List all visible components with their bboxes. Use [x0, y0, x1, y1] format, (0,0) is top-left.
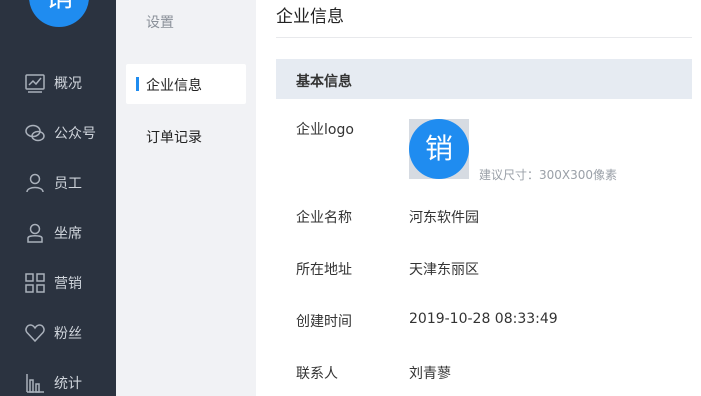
- app-logo[interactable]: 销: [29, 0, 89, 27]
- logo-size-hint: 建议尺寸：300X300像素: [479, 168, 618, 182]
- user-icon: [26, 173, 44, 193]
- sidebar-item-official-account[interactable]: 公众号: [0, 118, 116, 146]
- sidebar-item-staff[interactable]: 员工: [0, 168, 116, 196]
- subnav-item-label: 企业信息: [146, 78, 202, 94]
- company-name-label: 企业名称: [296, 210, 352, 226]
- subnav-item-company-info[interactable]: 企业信息: [126, 64, 246, 104]
- sidebar-item-statistics[interactable]: 统计: [0, 368, 116, 396]
- subnav-item-label: 订单记录: [146, 130, 202, 146]
- sidebar-item-label: 粉丝: [54, 326, 82, 342]
- company-name-value: 河东软件园: [409, 210, 479, 226]
- sidebar-item-label: 统计: [54, 376, 82, 392]
- settings-subnav: 设置 企业信息 订单记录: [116, 0, 256, 396]
- company-logo[interactable]: 销: [409, 119, 469, 179]
- created-time-label: 创建时间: [296, 314, 352, 330]
- active-indicator: [136, 77, 139, 91]
- sidebar-item-label: 营销: [54, 276, 82, 292]
- created-time-value: 2019-10-28 08:33:49: [409, 311, 558, 327]
- contact-value: 刘青蓼: [409, 366, 451, 382]
- heart-icon: [25, 324, 45, 343]
- sidebar-item-label: 坐席: [54, 226, 82, 242]
- address-label: 所在地址: [296, 262, 352, 278]
- company-logo-image: 销: [409, 119, 469, 179]
- grid-icon: [25, 273, 45, 293]
- sidebar-item-fans[interactable]: 粉丝: [0, 318, 116, 346]
- section-title: 基本信息: [296, 74, 352, 90]
- logo-label: 企业logo: [296, 122, 354, 138]
- section-header: 基本信息: [276, 59, 692, 99]
- sidebar-item-label: 员工: [54, 176, 82, 192]
- dashboard-icon: [25, 74, 45, 93]
- wechat-icon: [25, 124, 45, 142]
- sidebar-item-seat[interactable]: 坐席: [0, 218, 116, 246]
- address-value: 天津东丽区: [409, 262, 479, 278]
- sidebar-item-label: 概况: [54, 76, 82, 92]
- divider: [276, 37, 692, 38]
- bar-chart-icon: [26, 374, 44, 393]
- sidebar-item-overview[interactable]: 概况: [0, 68, 116, 96]
- sidebar-item-marketing[interactable]: 营销: [0, 268, 116, 296]
- seat-icon: [27, 223, 43, 243]
- main-content: 企业信息 基本信息 企业logo 销 建议尺寸：300X300像素 企业名称 河…: [256, 0, 701, 396]
- sidebar-item-label: 公众号: [54, 126, 96, 142]
- contact-label: 联系人: [296, 366, 338, 382]
- subnav-title: 设置: [146, 15, 174, 31]
- page-title: 企业信息: [276, 7, 344, 27]
- main-sidebar: 销 概况 公众号 员工 坐席 营销 粉丝: [0, 0, 116, 396]
